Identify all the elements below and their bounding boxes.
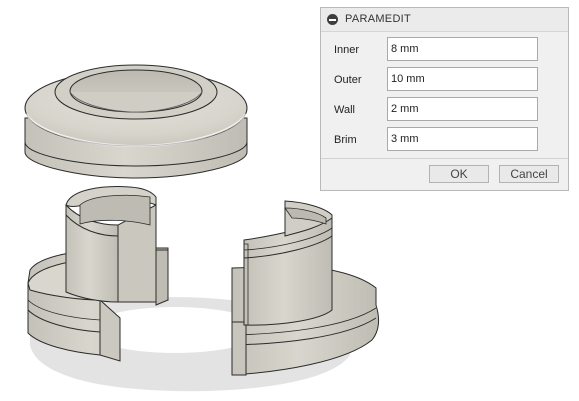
dialog-titlebar: PARAMEDIT	[321, 8, 568, 32]
param-label-brim: Brim	[334, 134, 357, 146]
bushing-half-right[interactable]	[231, 200, 380, 376]
cancel-button[interactable]: Cancel	[499, 165, 559, 183]
brim-input[interactable]	[387, 127, 538, 151]
collapse-icon[interactable]	[327, 14, 338, 25]
ok-button[interactable]: OK	[429, 165, 489, 183]
inner-input[interactable]	[387, 37, 538, 61]
param-label-inner: Inner	[334, 44, 360, 56]
param-row-wall: Wall	[321, 97, 568, 123]
param-label-wall: Wall	[334, 104, 355, 116]
param-row-brim: Brim	[321, 127, 568, 153]
paramedit-dialog: PARAMEDIT Inner Outer Wall Brim OK Cance…	[320, 7, 569, 191]
param-label-outer: Outer	[334, 74, 362, 86]
param-row-inner: Inner	[321, 37, 568, 63]
outer-input[interactable]	[387, 67, 538, 91]
dialog-footer: OK Cancel	[321, 158, 568, 192]
wall-input[interactable]	[387, 97, 538, 121]
bushing-cap[interactable]	[24, 64, 248, 179]
dialog-title: PARAMEDIT	[345, 13, 412, 25]
param-row-outer: Outer	[321, 67, 568, 93]
